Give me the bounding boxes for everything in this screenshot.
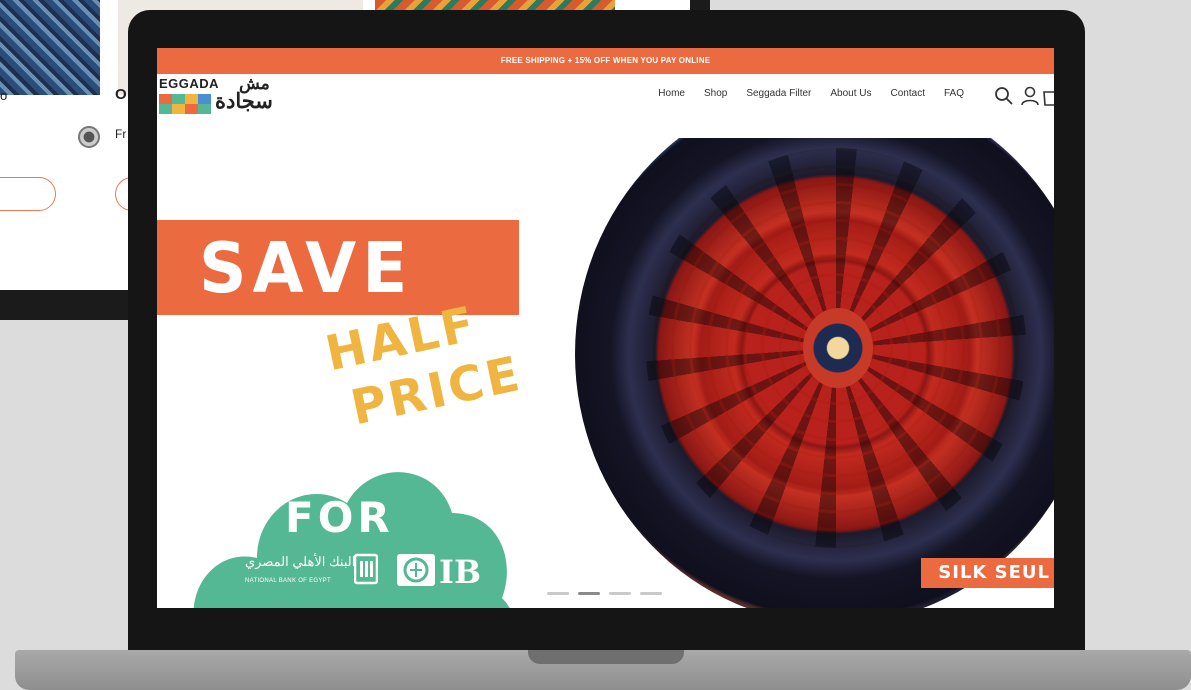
site-logo[interactable]: EGGADA مش سجادة xyxy=(157,74,287,136)
background-button[interactable] xyxy=(0,177,56,211)
logo-pattern-icon xyxy=(159,94,211,114)
announcement-bar: FREE SHIPPING + 15% OFF WHEN YOU PAY ONL… xyxy=(157,48,1054,74)
nav-home[interactable]: Home xyxy=(658,88,685,99)
nbe-name-en: NATIONAL BANK OF EGYPT xyxy=(245,578,331,584)
cib-logo-icon: IB xyxy=(397,553,481,588)
hero-for-text: FOR xyxy=(285,493,394,542)
background-rug-image xyxy=(0,0,100,95)
slider-dot-active[interactable] xyxy=(578,592,600,595)
main-nav: Home Shop Seggada Filter About Us Contac… xyxy=(658,88,964,99)
user-icon[interactable] xyxy=(1020,86,1040,106)
nav-about-us[interactable]: About Us xyxy=(830,88,871,99)
cart-icon[interactable] xyxy=(1040,86,1054,106)
background-text: o xyxy=(0,88,8,103)
hero-banner[interactable]: SAVE HALF PRICE FOR البنك الأهلي المصري … xyxy=(157,138,1054,608)
laptop-bezel xyxy=(128,608,1085,650)
background-text: O xyxy=(115,86,127,103)
nav-seggada-filter[interactable]: Seggada Filter xyxy=(746,88,811,99)
nbe-name-ar: البنك الأهلي المصري xyxy=(245,554,356,569)
slider-dots xyxy=(547,592,662,595)
cib-text: IB xyxy=(439,553,481,588)
nav-shop[interactable]: Shop xyxy=(704,88,727,99)
silk-badge-text: SILK SEUL xyxy=(938,562,1050,583)
laptop-notch xyxy=(528,650,684,664)
logo-text-ar: سجادة xyxy=(215,90,273,113)
slider-dot[interactable] xyxy=(640,592,662,595)
background-text: Fr xyxy=(115,127,127,141)
slider-dot[interactable] xyxy=(547,592,569,595)
nav-contact[interactable]: Contact xyxy=(891,88,925,99)
site-header: EGGADA مش سجادة Home Shop Seggada Filter… xyxy=(157,74,1054,138)
nav-faq[interactable]: FAQ xyxy=(944,88,964,99)
rug-medallion xyxy=(803,308,873,388)
slider-dot[interactable] xyxy=(609,592,631,595)
color-swatch[interactable] xyxy=(78,126,100,148)
search-icon[interactable] xyxy=(994,86,1014,106)
hero-save-text: SAVE xyxy=(199,228,414,309)
logo-text-en: EGGADA xyxy=(159,76,220,91)
nbe-logo-icon xyxy=(354,553,378,585)
laptop-screen: FREE SHIPPING + 15% OFF WHEN YOU PAY ONL… xyxy=(157,48,1054,608)
